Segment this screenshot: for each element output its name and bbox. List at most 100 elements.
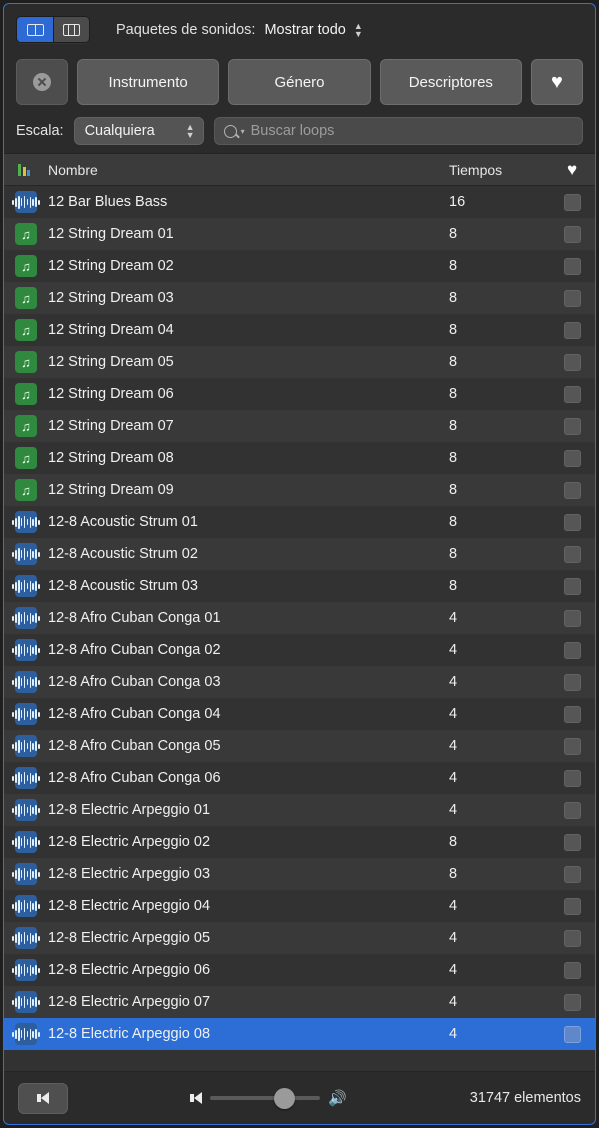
favorite-checkbox[interactable] (563, 481, 581, 499)
row-favorite-cell[interactable] (549, 289, 595, 307)
table-row[interactable]: 12-8 Electric Arpeggio 07 4 (4, 986, 595, 1018)
table-row[interactable]: ♫ 12 String Dream 06 8 (4, 378, 595, 410)
row-favorite-cell[interactable] (549, 545, 595, 563)
favorite-checkbox[interactable] (563, 897, 581, 915)
column-header-name[interactable]: Nombre (48, 162, 449, 178)
favorite-checkbox[interactable] (563, 577, 581, 595)
table-row[interactable]: 12-8 Afro Cuban Conga 06 4 (4, 762, 595, 794)
list-view-button[interactable] (17, 17, 53, 42)
favorite-checkbox[interactable] (563, 513, 581, 531)
favorite-checkbox[interactable] (563, 993, 581, 1011)
favorite-checkbox[interactable] (563, 193, 581, 211)
row-favorite-cell[interactable] (549, 737, 595, 755)
column-header-favorite[interactable]: ♥ (549, 160, 595, 180)
table-row[interactable]: ♫ 12 String Dream 04 8 (4, 314, 595, 346)
favorite-checkbox[interactable] (563, 737, 581, 755)
row-favorite-cell[interactable] (549, 833, 595, 851)
grid-view-button[interactable] (53, 17, 89, 42)
row-favorite-cell[interactable] (549, 993, 595, 1011)
row-favorite-cell[interactable] (549, 481, 595, 499)
table-row[interactable]: 12-8 Electric Arpeggio 06 4 (4, 954, 595, 986)
table-row[interactable]: 12-8 Afro Cuban Conga 03 4 (4, 666, 595, 698)
row-favorite-cell[interactable] (549, 225, 595, 243)
row-favorite-cell[interactable] (549, 193, 595, 211)
row-favorite-cell[interactable] (549, 609, 595, 627)
favorite-checkbox[interactable] (563, 545, 581, 563)
sound-packs-popup[interactable]: Mostrar todo ▲ ▼ (264, 21, 362, 38)
table-row[interactable]: ♫ 12 String Dream 08 8 (4, 442, 595, 474)
table-row[interactable]: 12-8 Electric Arpeggio 03 8 (4, 858, 595, 890)
volume-slider-knob[interactable] (273, 1087, 295, 1109)
table-row[interactable]: ♫ 12 String Dream 07 8 (4, 410, 595, 442)
row-favorite-cell[interactable] (549, 897, 595, 915)
table-row[interactable]: 12-8 Acoustic Strum 02 8 (4, 538, 595, 570)
favorite-checkbox[interactable] (563, 769, 581, 787)
favorite-checkbox[interactable] (563, 801, 581, 819)
favorite-checkbox[interactable] (563, 257, 581, 275)
table-row[interactable]: 12-8 Acoustic Strum 01 8 (4, 506, 595, 538)
favorite-checkbox[interactable] (563, 417, 581, 435)
table-row[interactable]: 12-8 Afro Cuban Conga 04 4 (4, 698, 595, 730)
row-favorite-cell[interactable] (549, 449, 595, 467)
table-row[interactable]: ♫ 12 String Dream 09 8 (4, 474, 595, 506)
table-row[interactable]: 12-8 Afro Cuban Conga 01 4 (4, 602, 595, 634)
volume-control[interactable]: 🔊 (190, 1087, 347, 1109)
row-favorite-cell[interactable] (549, 257, 595, 275)
table-row[interactable]: 12-8 Electric Arpeggio 08 4 (4, 1018, 595, 1050)
row-favorite-cell[interactable] (549, 801, 595, 819)
row-favorite-cell[interactable] (549, 1025, 595, 1043)
column-header-beats[interactable]: Tiempos (449, 162, 549, 178)
row-favorite-cell[interactable] (549, 577, 595, 595)
row-favorite-cell[interactable] (549, 769, 595, 787)
row-favorite-cell[interactable] (549, 513, 595, 531)
row-favorite-cell[interactable] (549, 673, 595, 691)
favorite-checkbox[interactable] (563, 673, 581, 691)
favorite-checkbox[interactable] (563, 865, 581, 883)
table-row[interactable]: 12 Bar Blues Bass 16 (4, 186, 595, 218)
row-favorite-cell[interactable] (549, 353, 595, 371)
view-mode-toggle[interactable] (16, 16, 90, 43)
favorite-checkbox[interactable] (563, 705, 581, 723)
table-row[interactable]: ♫ 12 String Dream 05 8 (4, 346, 595, 378)
preview-play-button[interactable] (18, 1082, 68, 1114)
table-row[interactable]: 12-8 Electric Arpeggio 05 4 (4, 922, 595, 954)
column-header-type[interactable] (4, 163, 48, 176)
favorites-filter-button[interactable]: ♥ (530, 59, 583, 105)
favorite-checkbox[interactable] (563, 929, 581, 947)
favorite-checkbox[interactable] (563, 289, 581, 307)
favorite-checkbox[interactable] (563, 961, 581, 979)
table-row[interactable]: 12-8 Electric Arpeggio 02 8 (4, 826, 595, 858)
favorite-checkbox[interactable] (563, 833, 581, 851)
filter-descriptores[interactable]: Descriptores (379, 59, 522, 105)
favorite-checkbox[interactable] (563, 385, 581, 403)
table-row[interactable]: 12-8 Acoustic Strum 03 8 (4, 570, 595, 602)
table-row[interactable]: ♫ 12 String Dream 02 8 (4, 250, 595, 282)
favorite-checkbox[interactable] (563, 609, 581, 627)
favorite-checkbox[interactable] (563, 353, 581, 371)
row-favorite-cell[interactable] (549, 961, 595, 979)
row-favorite-cell[interactable] (549, 417, 595, 435)
table-row[interactable]: ♫ 12 String Dream 03 8 (4, 282, 595, 314)
row-favorite-cell[interactable] (549, 385, 595, 403)
favorite-checkbox[interactable] (563, 1025, 581, 1043)
favorite-checkbox[interactable] (563, 225, 581, 243)
clear-filters-button[interactable] (16, 59, 68, 105)
favorite-checkbox[interactable] (563, 449, 581, 467)
filter-genero[interactable]: Género (228, 59, 371, 105)
row-favorite-cell[interactable] (549, 641, 595, 659)
row-favorite-cell[interactable] (549, 865, 595, 883)
favorite-checkbox[interactable] (563, 641, 581, 659)
filter-instrumento[interactable]: Instrumento (77, 59, 220, 105)
table-row[interactable]: 12-8 Afro Cuban Conga 02 4 (4, 634, 595, 666)
favorite-checkbox[interactable] (563, 321, 581, 339)
volume-slider[interactable] (210, 1087, 321, 1109)
row-favorite-cell[interactable] (549, 929, 595, 947)
search-field[interactable]: ▾ Buscar loops (213, 117, 583, 145)
table-row[interactable]: ♫ 12 String Dream 01 8 (4, 218, 595, 250)
table-row[interactable]: 12-8 Afro Cuban Conga 05 4 (4, 730, 595, 762)
table-row[interactable]: 12-8 Electric Arpeggio 01 4 (4, 794, 595, 826)
row-favorite-cell[interactable] (549, 321, 595, 339)
table-row[interactable]: 12-8 Electric Arpeggio 04 4 (4, 890, 595, 922)
row-favorite-cell[interactable] (549, 705, 595, 723)
scale-popup[interactable]: Cualquiera ▲ ▼ (73, 117, 204, 145)
